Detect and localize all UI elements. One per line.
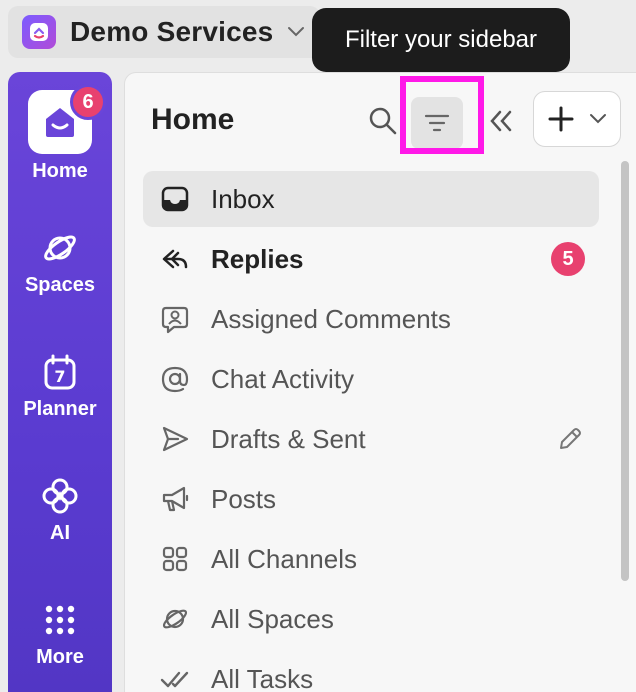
double-check-icon	[157, 661, 193, 692]
nav-item-all-tasks[interactable]: All Tasks	[143, 651, 599, 692]
nav-item-chat-activity[interactable]: Chat Activity	[143, 351, 599, 407]
pencil-icon[interactable]	[557, 426, 583, 452]
plus-icon	[548, 106, 574, 132]
workspace-logo-icon	[22, 15, 56, 49]
comment-user-icon	[157, 301, 193, 337]
tooltip-text: Filter your sidebar	[344, 26, 538, 53]
filter-icon	[424, 114, 450, 132]
channels-grid-icon	[157, 541, 193, 577]
nav-item-replies[interactable]: Replies 5	[143, 231, 599, 287]
tooltip: Filter your sidebar	[312, 8, 570, 72]
rail-item-planner[interactable]: 7 Planner	[8, 352, 112, 421]
inbox-icon	[157, 181, 193, 217]
nav-label-drafts-sent: Drafts & Sent	[211, 423, 366, 454]
chevron-down-icon	[590, 114, 606, 124]
home-sidebar-panel: Home Inbox Replies 5 Assigned Comments C…	[124, 72, 636, 692]
at-icon	[157, 361, 193, 397]
ai-sparkle-icon	[42, 478, 78, 514]
nav-label-posts: Posts	[211, 483, 277, 514]
send-icon	[157, 421, 193, 457]
rail-item-more[interactable]: More	[8, 600, 112, 669]
rail-label-spaces: Spaces	[24, 274, 96, 296]
rail-item-ai[interactable]: AI	[8, 476, 112, 545]
calendar-icon: 7	[44, 354, 76, 390]
rail-item-spaces[interactable]: Spaces	[8, 228, 112, 297]
collapse-sidebar-button[interactable]	[481, 101, 521, 141]
rail-label-planner: Planner	[23, 398, 97, 420]
nav-item-inbox[interactable]: Inbox	[143, 171, 599, 227]
replies-count-badge: 5	[551, 242, 585, 276]
nav-label-replies: Replies	[211, 243, 304, 274]
rail-label-home: Home	[32, 160, 88, 182]
search-button[interactable]	[363, 101, 403, 141]
double-chevron-left-icon	[490, 110, 512, 132]
nav-label-all-tasks: All Tasks	[211, 663, 314, 692]
megaphone-icon	[157, 481, 193, 517]
planet-icon	[157, 601, 193, 637]
nav-label-chat-activity: Chat Activity	[211, 363, 355, 394]
nav-item-drafts-sent[interactable]: Drafts & Sent	[143, 411, 599, 467]
workspace-name: Demo Services	[70, 16, 274, 47]
nav-label-all-channels: All Channels	[211, 543, 357, 574]
rail-label-more: More	[36, 646, 84, 668]
nav-item-all-channels[interactable]: All Channels	[143, 531, 599, 587]
reply-icon	[157, 241, 193, 277]
chevron-down-icon	[287, 26, 305, 38]
grid-dots-icon	[45, 605, 75, 635]
home-notification-badge: 6	[70, 84, 106, 120]
rail-label-ai: AI	[50, 522, 70, 544]
planet-icon	[44, 235, 76, 261]
filter-sidebar-button[interactable]	[411, 97, 463, 149]
left-rail: Home 6 Spaces 7 Planner AI More	[8, 72, 112, 692]
nav-item-posts[interactable]: Posts	[143, 471, 599, 527]
create-new-button[interactable]	[533, 91, 621, 147]
workspace-switcher[interactable]: Demo Services	[8, 6, 320, 58]
sidebar-scrollbar[interactable]	[621, 161, 629, 581]
nav-label-inbox: Inbox	[211, 183, 275, 214]
nav-label-all-spaces: All Spaces	[211, 603, 334, 634]
calendar-day-text: 7	[54, 367, 65, 386]
nav-item-all-spaces[interactable]: All Spaces	[143, 591, 599, 647]
nav-label-assigned-comments: Assigned Comments	[211, 303, 451, 334]
nav-item-assigned-comments[interactable]: Assigned Comments	[143, 291, 599, 347]
search-icon	[369, 107, 397, 135]
panel-title: Home	[151, 103, 235, 136]
